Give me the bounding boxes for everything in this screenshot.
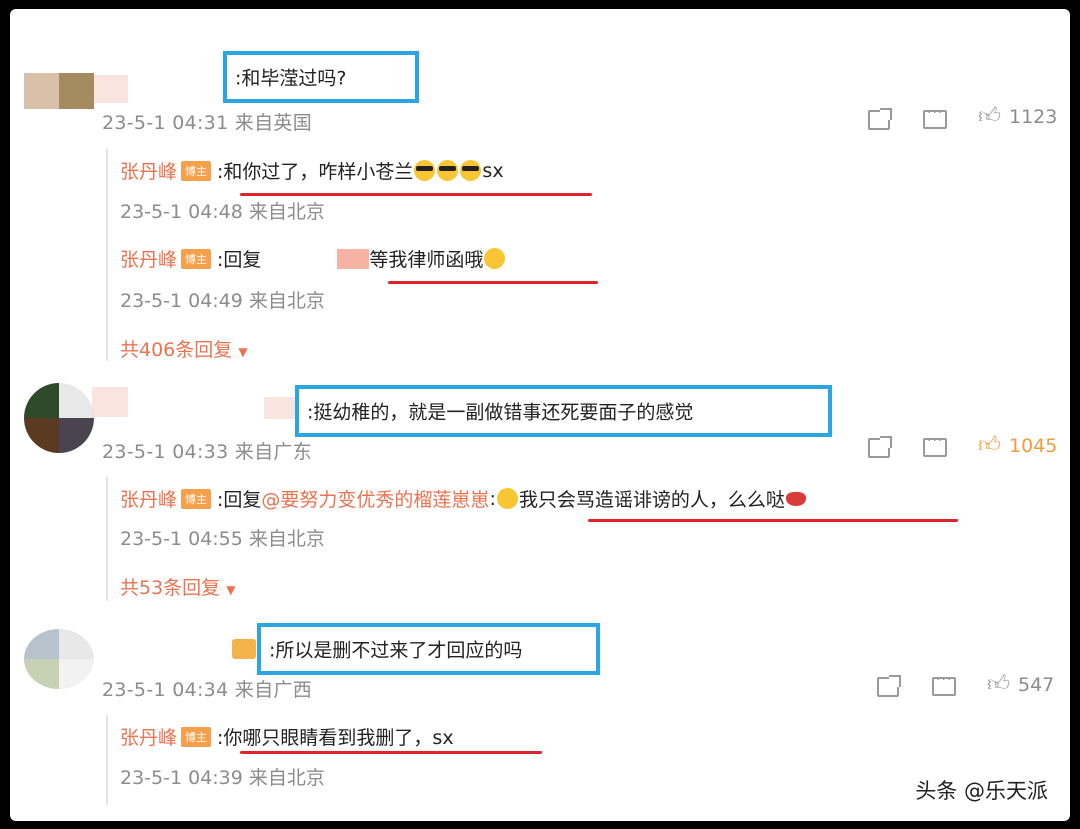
like-button[interactable]: 👍︎ 547 xyxy=(987,672,1055,697)
laugh-emoji xyxy=(484,248,506,269)
reply-item: 张丹峰 博主 :和你过了，咋样小苍兰 sx xyxy=(120,157,504,184)
author-badge: 博主 xyxy=(181,726,212,747)
reply-suffix: sx xyxy=(482,159,504,182)
like-count: 1123 xyxy=(1009,106,1058,128)
mention-link[interactable]: @要努力变优秀的榴莲崽崽 xyxy=(261,485,489,512)
like-button[interactable]: 👍︎ 1123 xyxy=(978,104,1058,129)
share-icon xyxy=(868,108,892,130)
redacted-username-blur xyxy=(337,248,370,269)
like-active-bg xyxy=(970,427,1008,465)
comment-icon xyxy=(923,105,947,129)
reply-meta: 23-5-1 04:48 来自北京 xyxy=(120,201,325,223)
share-button[interactable] xyxy=(868,108,892,130)
avatar[interactable] xyxy=(24,73,94,109)
reply-author[interactable]: 张丹峰 xyxy=(120,245,177,272)
comment-meta: 23-5-1 04:31 来自英国 xyxy=(102,112,312,134)
reply-text: :你哪只眼睛看到我删了，sx xyxy=(217,727,454,749)
comment-icon xyxy=(932,672,956,696)
username-blurred[interactable] xyxy=(92,387,128,417)
more-replies-link[interactable]: 共53条回复 ▼ xyxy=(120,573,235,600)
share-icon xyxy=(877,675,901,697)
more-replies-label: 共406条回复 xyxy=(120,339,233,361)
like-count: 547 xyxy=(1018,674,1055,696)
avatar[interactable] xyxy=(24,383,94,453)
author-badge: 博主 xyxy=(181,488,212,509)
comment-highlight-box: :和毕滢过吗? xyxy=(223,51,419,103)
username-blurred[interactable] xyxy=(264,397,298,419)
like-icon: 👍︎ xyxy=(970,427,1008,465)
comment-highlight-box: :挺幼稚的，就是一副做错事还死要面子的感觉 xyxy=(295,385,832,437)
like-icon: 👍︎ xyxy=(978,104,1001,129)
author-badge: 博主 xyxy=(181,160,212,181)
dropdown-arrow-icon: ▼ xyxy=(226,583,236,597)
share-icon xyxy=(868,436,892,458)
screenshot-frame: :和毕滢过吗? 23-5-1 04:31 来自英国 👍︎ 1123 张丹峰 博主… xyxy=(10,9,1070,821)
avatar[interactable] xyxy=(24,629,94,689)
redacted-username xyxy=(261,249,337,269)
red-underline xyxy=(588,519,958,522)
reply-prefix: :回复 xyxy=(217,489,262,511)
reply-meta: 23-5-1 04:49 来自北京 xyxy=(120,290,325,312)
like-button[interactable]: 👍︎ 1045 xyxy=(970,427,1058,465)
comment-button[interactable] xyxy=(923,433,947,457)
share-button[interactable] xyxy=(877,675,901,697)
reply-meta: 23-5-1 04:39 来自北京 xyxy=(120,767,325,789)
sunglasses-emoji xyxy=(460,160,482,181)
colon: : xyxy=(489,487,496,510)
reply-author[interactable]: 张丹峰 xyxy=(120,157,177,184)
reply-item: 张丹峰 博主 :回复 @要努力变优秀的榴莲崽崽 : 我只会骂造谣诽谤的人，么么哒 xyxy=(120,485,807,512)
comment-text: :挺幼稚的，就是一副做错事还死要面子的感觉 xyxy=(307,401,694,424)
reply-author[interactable]: 张丹峰 xyxy=(120,485,177,512)
comment-text: :和毕滢过吗? xyxy=(235,67,347,90)
comment-highlight-box: :所以是删不过来了才回应的吗 xyxy=(257,623,600,675)
reply-text: :和你过了，咋样小苍兰 xyxy=(217,161,414,183)
share-button[interactable] xyxy=(868,436,892,458)
red-underline xyxy=(388,281,598,284)
comment-button[interactable] xyxy=(923,105,947,129)
comment-meta: 23-5-1 04:34 来自广西 xyxy=(102,679,312,701)
reply-item: 张丹峰 博主 :回复 等我律师函哦 xyxy=(120,245,506,272)
reply-item: 张丹峰 博主 :你哪只眼睛看到我删了，sx xyxy=(120,723,454,750)
more-replies-link[interactable]: 共406条回复 ▼ xyxy=(120,335,248,362)
red-underline xyxy=(240,193,592,196)
like-icon: 👍︎ xyxy=(987,672,1010,697)
crown-badge-icon xyxy=(232,639,256,659)
comment-text: :所以是删不过来了才回应的吗 xyxy=(269,639,523,662)
author-badge: 博主 xyxy=(181,248,212,269)
comment-meta: 23-5-1 04:33 来自广东 xyxy=(102,441,312,463)
more-replies-label: 共53条回复 xyxy=(120,577,221,599)
like-count: 1045 xyxy=(1009,435,1058,457)
comment-icon xyxy=(923,433,947,457)
username-blurred[interactable] xyxy=(94,75,128,103)
reply-text: 我只会骂造谣诽谤的人，么么哒 xyxy=(518,489,785,511)
dropdown-arrow-icon: ▼ xyxy=(238,345,248,359)
sunglasses-emoji xyxy=(414,160,436,181)
reply-meta: 23-5-1 04:55 来自北京 xyxy=(120,528,325,550)
reply-prefix: :回复 xyxy=(217,249,262,271)
reply-text: 等我律师函哦 xyxy=(369,249,484,271)
sunglasses-emoji xyxy=(437,160,459,181)
reply-author[interactable]: 张丹峰 xyxy=(120,723,177,750)
red-underline xyxy=(240,751,542,754)
watermark: 头条 @乐天派 xyxy=(915,779,1048,803)
laugh-cry-emoji xyxy=(496,488,518,509)
comment-button[interactable] xyxy=(932,672,956,696)
lips-emoji xyxy=(785,491,806,506)
